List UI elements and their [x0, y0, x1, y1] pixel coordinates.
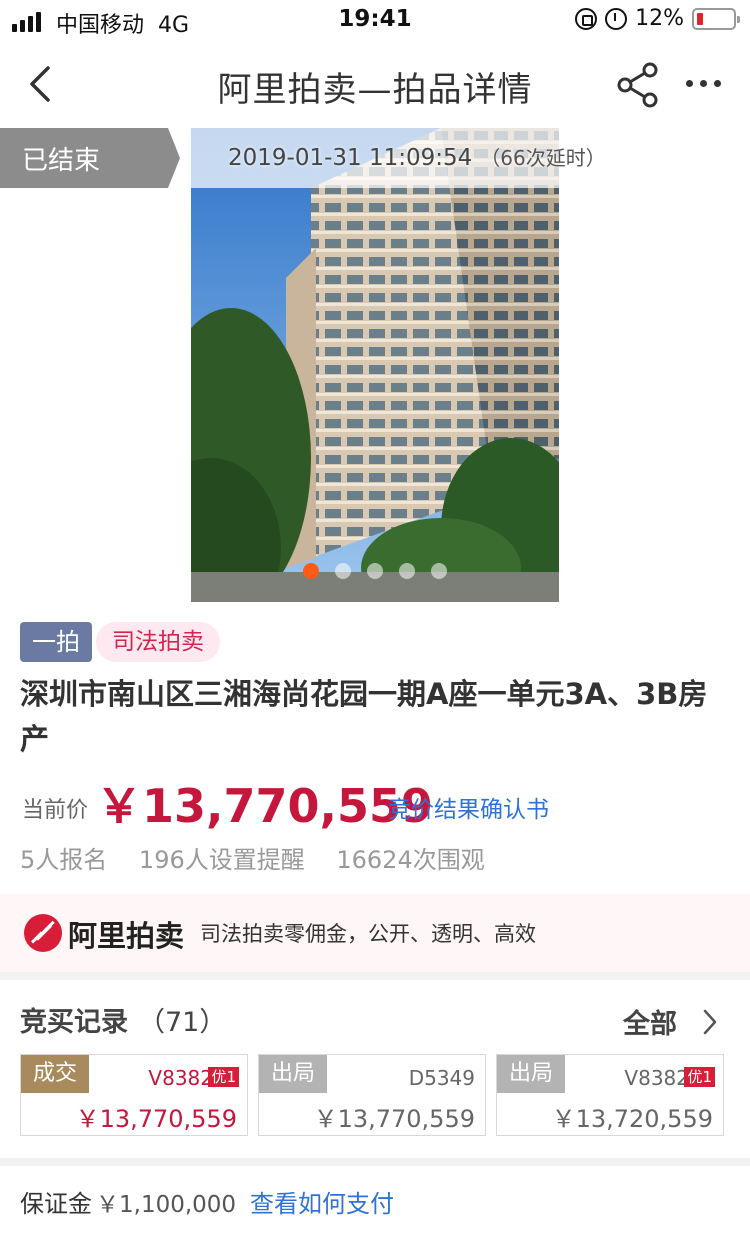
bidder-id: V8382	[148, 1066, 213, 1090]
item-stats: 5人报名 196人设置提醒 16624次围观	[20, 840, 509, 875]
price-label: 当前价	[22, 798, 89, 823]
deposit-label: 保证金 ￥1,100,000	[20, 1184, 236, 1219]
logo-text: 阿里拍卖	[68, 919, 185, 953]
vip-badge: 优1	[208, 1067, 239, 1087]
status-right: 12%	[575, 6, 740, 31]
pager-dot[interactable]	[431, 563, 447, 579]
status-badge-label: 已结束	[22, 146, 101, 176]
bid-status: 出局	[497, 1055, 565, 1093]
pager-dot[interactable]	[399, 563, 415, 579]
round-tag: 一拍	[20, 622, 92, 662]
bid-card[interactable]: 出局 D5349 ￥13,770,559	[258, 1054, 486, 1136]
status-bar: 中国移动 4G 19:41 12%	[0, 0, 750, 42]
confirmation-link[interactable]: 竞价结果确认书	[388, 790, 549, 824]
deposit-title: 保证金	[20, 1190, 92, 1218]
bid-card[interactable]: 出局 V8382 优1 ￥13,720,559	[496, 1054, 724, 1136]
vip-badge: 优1	[684, 1067, 715, 1087]
battery-icon	[692, 7, 740, 30]
type-tag: 司法拍卖	[96, 622, 220, 662]
chevron-right-icon[interactable]	[700, 1008, 720, 1036]
battery-percent: 12%	[635, 6, 684, 31]
bid-records-label: 竞买记录	[20, 1007, 128, 1038]
end-time-value: 2019-01-31 11:09:54	[228, 145, 473, 171]
bid-status: 出局	[259, 1055, 327, 1093]
alarm-icon	[605, 7, 628, 30]
signup-count: 5人报名	[20, 846, 108, 874]
delay-note: （66次延时）	[480, 146, 606, 170]
pager-dot[interactable]	[335, 563, 351, 579]
bid-records: 竞买记录 （71） 全部 成交 V8382 优1 ￥13,770,559 出局 D…	[0, 980, 750, 1158]
nav-bar: 阿里拍卖—拍品详情	[0, 42, 750, 128]
item-title: 深圳市南山区三湘海尚花园一期A座一单元3A、3B房产	[20, 677, 708, 756]
more-icon[interactable]	[686, 80, 721, 87]
building-photo	[191, 128, 559, 602]
bid-status: 成交	[21, 1055, 89, 1093]
image-gallery[interactable]: 已结束 2019-01-31 11:09:54 （66次延时）	[0, 128, 750, 602]
promo-banner: 阿里拍卖 司法拍卖零佣金，公开、透明、高效	[0, 894, 750, 972]
bid-records-count: （71）	[138, 1007, 227, 1038]
pager-dot[interactable]	[303, 563, 319, 579]
view-count: 16624次围观	[336, 846, 485, 874]
bid-amount: ￥13,720,559	[551, 1105, 713, 1133]
reminder-count: 196人设置提醒	[138, 846, 305, 874]
share-icon[interactable]	[616, 62, 660, 108]
item-info: 一拍 司法拍卖 深圳市南山区三湘海尚花园一期A座一单元3A、3B房产 当前价 ￥…	[0, 602, 750, 894]
deposit-row: 保证金 ￥1,100,000 查看如何支付	[0, 1166, 750, 1234]
bid-card[interactable]: 成交 V8382 优1 ￥13,770,559	[20, 1054, 248, 1136]
auction-logo-icon	[24, 914, 62, 952]
bid-records-title: 竞买记录 （71）	[20, 1000, 226, 1039]
bidder-id: V8382	[624, 1066, 689, 1090]
pager-dot[interactable]	[367, 563, 383, 579]
payment-guide-link[interactable]: 查看如何支付	[250, 1184, 394, 1219]
end-time: 2019-01-31 11:09:54 （66次延时）	[228, 142, 606, 171]
bid-amount: ￥13,770,559	[75, 1105, 237, 1133]
bid-amount: ￥13,770,559	[313, 1105, 475, 1133]
gallery-pager	[303, 563, 447, 579]
deposit-amount: ￥1,100,000	[96, 1192, 237, 1218]
bidder-id: D5349	[408, 1066, 475, 1090]
rotation-lock-icon	[575, 7, 598, 30]
promo-slogan: 司法拍卖零佣金，公开、透明、高效	[200, 922, 536, 946]
current-price: ￥13,770,559	[96, 779, 434, 833]
view-all-bids-button[interactable]: 全部	[623, 1002, 677, 1041]
